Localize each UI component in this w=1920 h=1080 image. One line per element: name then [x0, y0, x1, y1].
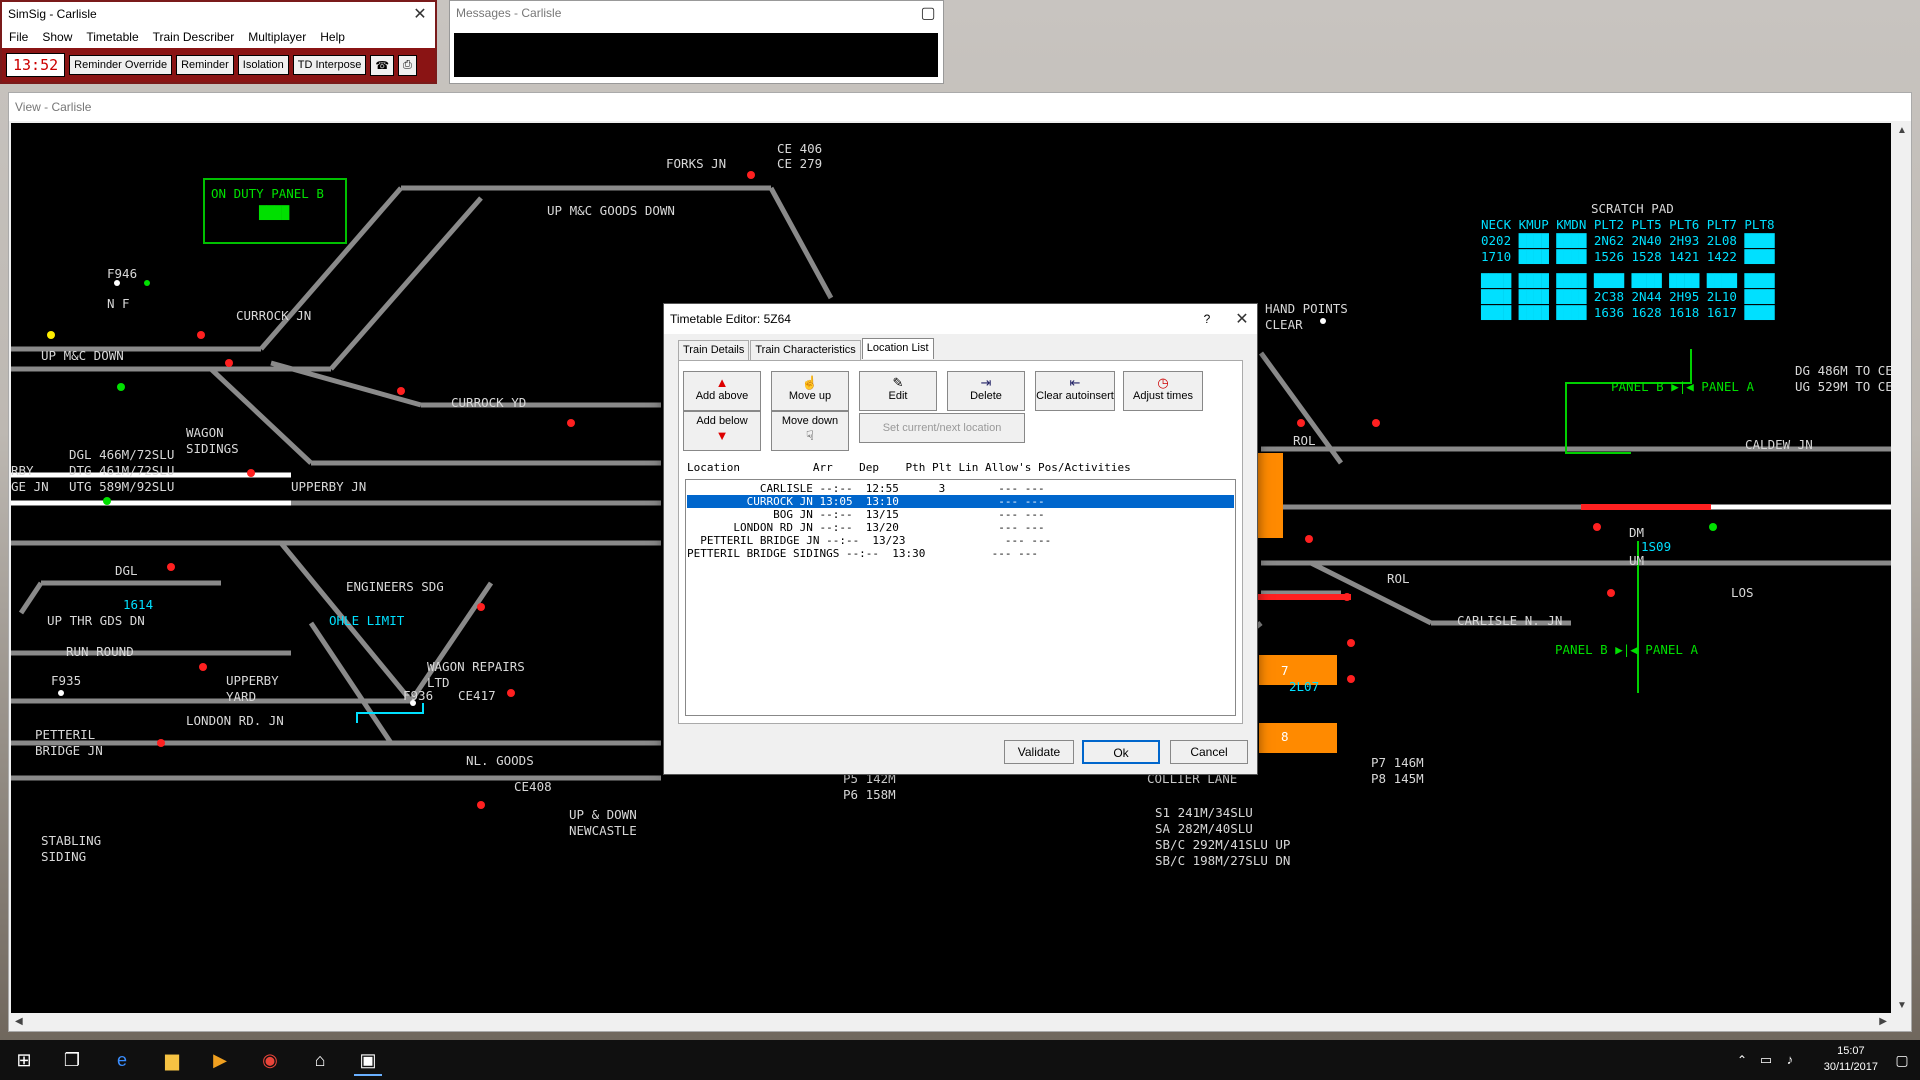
move-down-button[interactable]: Move down ☟	[771, 411, 849, 451]
tab-train-characteristics[interactable]: Train Characteristics	[750, 340, 861, 361]
arrow-up-icon: ▲	[715, 375, 729, 390]
adjust-times-button[interactable]: ◷ Adjust times	[1123, 371, 1203, 411]
delete-button[interactable]: ⇥ Delete	[947, 371, 1025, 411]
dialog-title: Timetable Editor: 5Z64	[670, 312, 791, 326]
edge-browser-icon[interactable]: e	[108, 1046, 136, 1074]
tab-location-list[interactable]: Location List	[861, 338, 934, 359]
timetable-editor-dialog: Timetable Editor: 5Z64 ? ✕ Train Details…	[663, 303, 1258, 775]
file-explorer-icon[interactable]: ▆	[158, 1046, 186, 1074]
add-above-button[interactable]: ▲ Add above	[683, 371, 761, 411]
dialog-title-bar[interactable]: Timetable Editor: 5Z64 ? ✕	[664, 304, 1257, 334]
view-title: View - Carlisle	[15, 100, 92, 114]
location-list-panel: ▲ Add above Add below ▼ ☝ Move up Move d…	[678, 360, 1243, 724]
main-title-bar[interactable]: SimSig - Carlisle ✕	[2, 2, 435, 26]
simsig-taskbar-icon[interactable]: ▣	[354, 1046, 382, 1076]
ok-button[interactable]: Ok	[1082, 740, 1160, 764]
list-item[interactable]: LONDON RD JN --:-- 13/20 --- ---	[687, 521, 1234, 534]
list-item[interactable]: PETTERIL BRIDGE JN --:-- 13/23 --- ---	[687, 534, 1234, 547]
menu-train-describer[interactable]: Train Describer	[146, 30, 242, 44]
reminder-override-button[interactable]: Reminder Override	[69, 55, 173, 75]
printer-icon[interactable]: ⎙	[398, 54, 417, 76]
telephone-icon[interactable]: ☎	[370, 54, 395, 76]
menu-bar: File Show Timetable Train Describer Mult…	[2, 26, 435, 48]
sim-clock[interactable]: 13:52	[6, 53, 66, 77]
close-icon[interactable]: ✕	[1227, 309, 1257, 329]
horizontal-scrollbar[interactable]: ◀ ▶	[11, 1013, 1891, 1031]
cancel-button[interactable]: Cancel	[1170, 740, 1248, 764]
chrome-icon[interactable]: ◉	[256, 1046, 284, 1074]
taskbar-time: 15:07	[1837, 1045, 1865, 1057]
validate-button[interactable]: Validate	[1004, 740, 1074, 764]
list-item[interactable]: CARLISLE --:-- 12:55 3 --- ---	[687, 482, 1234, 495]
main-toolbar: 13:52 Reminder Override Reminder Isolati…	[2, 48, 435, 82]
list-item[interactable]: PETTERIL BRIDGE SIDINGS --:-- 13:30 --- …	[687, 547, 1234, 560]
menu-show[interactable]: Show	[35, 30, 79, 44]
menu-multiplayer[interactable]: Multiplayer	[241, 30, 313, 44]
menu-timetable[interactable]: Timetable	[79, 30, 145, 44]
taskbar-date: 30/11/2017	[1823, 1061, 1878, 1073]
vertical-scrollbar[interactable]: ▲ ▼	[1893, 123, 1911, 1013]
messages-title-bar[interactable]: Messages - Carlisle ▢	[450, 1, 943, 25]
simsig-main-window: SimSig - Carlisle ✕ File Show Timetable …	[0, 0, 437, 84]
hand-down-icon: ☟	[806, 428, 814, 443]
windows-start-icon[interactable]: ⊞	[10, 1046, 38, 1074]
store-icon[interactable]: ⌂	[306, 1046, 334, 1074]
scroll-left-icon[interactable]: ◀	[15, 1016, 23, 1027]
scroll-right-icon[interactable]: ▶	[1879, 1016, 1887, 1027]
tab-train-details[interactable]: Train Details	[678, 340, 750, 361]
task-view-icon[interactable]: ❐	[58, 1046, 86, 1074]
location-list[interactable]: CARLISLE --:-- 12:55 3 --- --- CURROCK J…	[685, 479, 1236, 716]
edit-icon: ✎	[892, 375, 904, 390]
help-icon[interactable]: ?	[1187, 312, 1227, 326]
media-player-icon[interactable]: ▶	[206, 1046, 234, 1074]
taskbar-clock[interactable]: 15:07 30/11/2017	[1824, 1043, 1878, 1075]
list-item[interactable]: BOG JN --:-- 13/15 --- ---	[687, 508, 1234, 521]
messages-window: Messages - Carlisle ▢	[449, 0, 944, 84]
arrow-down-icon: ▼	[715, 428, 729, 443]
add-below-button[interactable]: Add below ▼	[683, 411, 761, 451]
list-item[interactable]: CURROCK JN 13:05 13:10 --- ---	[687, 495, 1234, 508]
messages-title: Messages - Carlisle	[456, 6, 562, 20]
messages-area[interactable]	[454, 33, 938, 77]
scroll-down-icon[interactable]: ▼	[1897, 1000, 1907, 1011]
volume-icon[interactable]: ♪	[1776, 1046, 1804, 1074]
taskbar: ⊞ ❐ e ▆ ▶ ◉ ⌂ ▣ ⌃ ▭ ♪ 15:07 30/11/2017 ▢	[0, 1040, 1920, 1080]
clear-icon: ⇤	[1069, 375, 1081, 390]
location-list-header: Location Arr Dep Pth Plt Lin Allow's Pos…	[687, 461, 1131, 474]
edit-button[interactable]: ✎ Edit	[859, 371, 937, 411]
td-interpose-button[interactable]: TD Interpose	[292, 55, 367, 75]
scroll-up-icon[interactable]: ▲	[1897, 125, 1907, 136]
close-icon[interactable]: ✕	[405, 4, 435, 24]
clear-autoinsert-button[interactable]: ⇤ Clear autoinsert	[1035, 371, 1115, 411]
close-icon[interactable]: ▢	[913, 3, 943, 23]
dialog-tabs: Train Details Train Characteristics Loca…	[678, 338, 935, 361]
clock-icon: ◷	[1157, 375, 1169, 390]
hand-up-icon: ☝	[801, 375, 819, 390]
menu-file[interactable]: File	[2, 30, 35, 44]
menu-help[interactable]: Help	[313, 30, 352, 44]
notifications-icon[interactable]: ▢	[1888, 1046, 1916, 1074]
move-up-button[interactable]: ☝ Move up	[771, 371, 849, 411]
main-title: SimSig - Carlisle	[8, 7, 97, 21]
reminder-button[interactable]: Reminder	[176, 55, 234, 75]
view-title-bar[interactable]: View - Carlisle	[9, 93, 1911, 121]
set-current-location-button[interactable]: Set current/next location	[859, 413, 1025, 443]
delete-icon: ⇥	[980, 375, 992, 390]
isolation-button[interactable]: Isolation	[237, 55, 289, 75]
